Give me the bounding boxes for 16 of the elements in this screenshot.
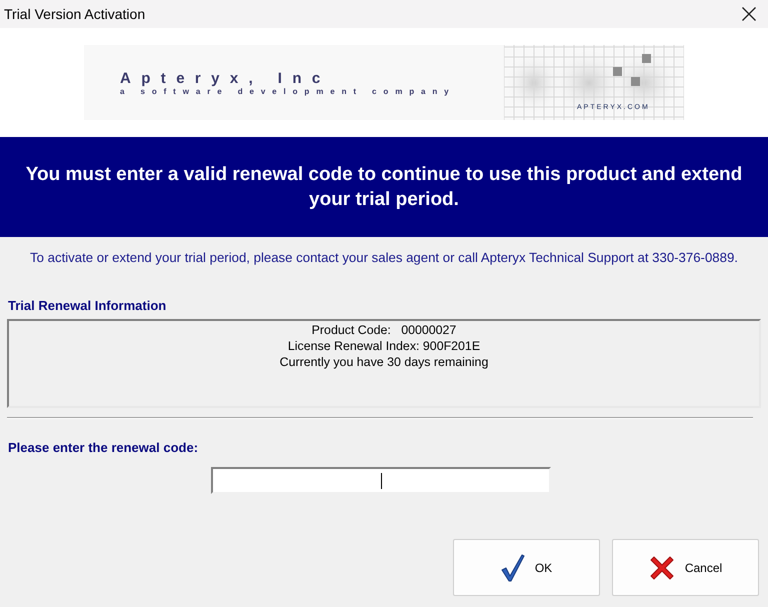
renewal-code-input[interactable] xyxy=(211,467,551,494)
code-field-label: Please enter the renewal code: xyxy=(7,440,200,456)
contact-note: To activate or extend your trial period, please contact your sales agent or call Apteryx Technical Support at 330-376-0889. xyxy=(29,250,739,266)
ok-button[interactable]: OK xyxy=(453,539,600,596)
company-tagline: a software development company xyxy=(120,86,456,96)
cancel-button[interactable]: Cancel xyxy=(612,539,759,596)
company-name: Apteryx, Inc xyxy=(120,70,331,86)
checkmark-icon xyxy=(500,554,525,582)
section-heading: Trial Renewal Information xyxy=(7,298,168,314)
cross-icon xyxy=(648,554,675,580)
info-line: License Renewal Index: 900F201E xyxy=(288,338,480,354)
info-line: Currently you have 30 days remaining xyxy=(280,354,488,370)
window-title: Trial Version Activation xyxy=(4,4,146,24)
headline-text: You must enter a valid renewal code to continue to use this product and extend your trial period. xyxy=(24,163,744,212)
info-line: Product Code: 00000027 xyxy=(312,322,456,338)
close-icon xyxy=(742,7,756,21)
